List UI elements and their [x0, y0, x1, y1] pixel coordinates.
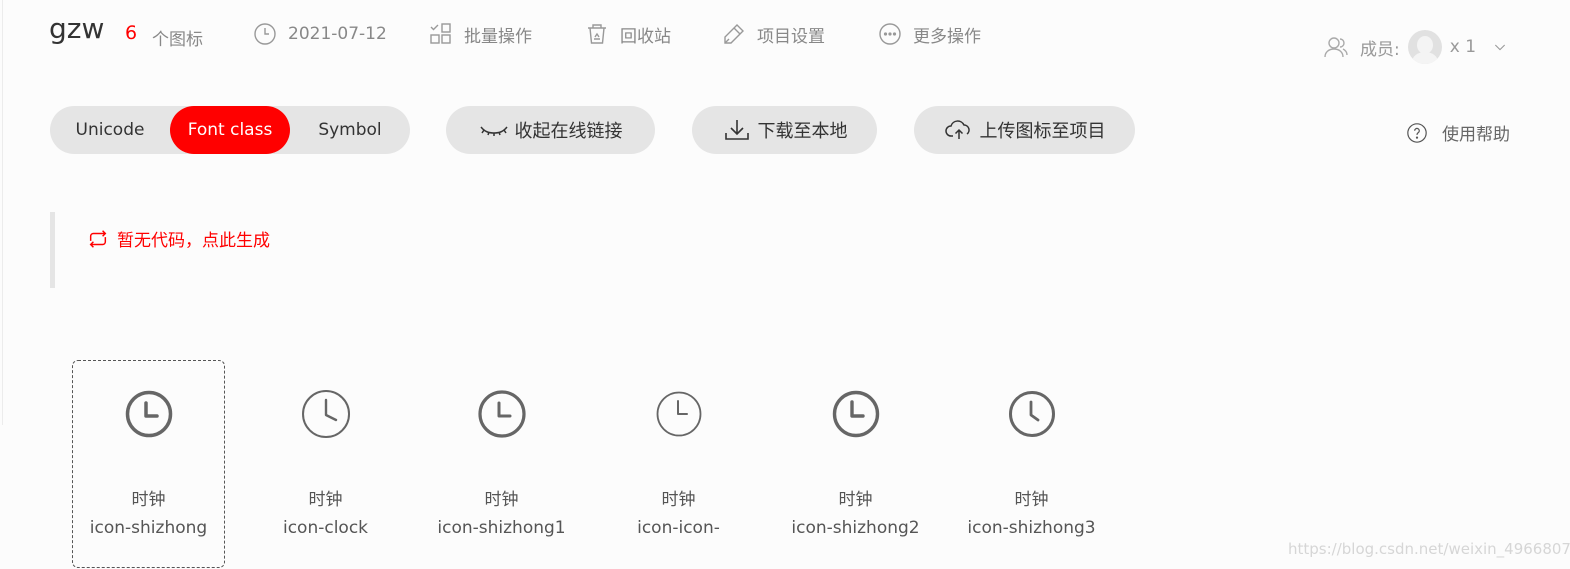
collapse-link-label: 收起在线链接	[514, 121, 623, 142]
project-name: gzw	[49, 12, 105, 45]
members-dropdown[interactable]: 成员: x 1	[1324, 30, 1508, 64]
clock-icon	[254, 23, 276, 45]
help-link[interactable]: 使用帮助	[1406, 120, 1510, 145]
icon-count-label: 个图标	[152, 30, 203, 50]
tab-unicode[interactable]: Unicode	[50, 106, 170, 154]
recycle-bin-icon	[588, 24, 606, 44]
upload-label: 上传图标至项目	[979, 121, 1106, 142]
code-box: 暂无代码，点此生成	[50, 212, 1520, 288]
recycle-bin-button[interactable]: 回收站	[585, 20, 671, 48]
upload-button[interactable]: 上传图标至项目	[914, 106, 1135, 154]
chevron-down-icon	[1494, 44, 1506, 51]
watermark: https://blog.csdn.net/weixin_49668076	[1288, 540, 1570, 558]
pencil-icon	[724, 24, 744, 44]
members-count: x 1	[1449, 37, 1477, 57]
icon-name: 时钟	[308, 490, 343, 510]
help-icon	[1407, 122, 1427, 143]
clock-icon	[1008, 391, 1055, 437]
generate-code-link[interactable]: 暂无代码，点此生成	[87, 226, 270, 251]
clock-icon	[301, 390, 350, 439]
more-dots-icon	[879, 23, 901, 45]
batch-ops-label: 批量操作	[464, 26, 532, 47]
project-settings-label: 项目设置	[757, 26, 825, 47]
icon-class-name: icon-shizhong2	[791, 518, 920, 538]
batch-select-icon	[430, 23, 451, 44]
created-date-text: 2021-07-12	[288, 24, 387, 44]
icon-class-name: icon-shizhong	[89, 518, 208, 538]
cloud-upload-icon	[944, 120, 970, 139]
avatar	[1407, 30, 1442, 64]
icon-count: 6	[125, 22, 138, 44]
created-date: 2021-07-12	[253, 20, 387, 48]
icon-name: 时钟	[838, 490, 873, 510]
more-ops-label: 更多操作	[913, 26, 981, 47]
icon-card[interactable]: 时钟 icon-shizhong3	[955, 360, 1108, 568]
icon-class-name: icon-icon-	[637, 518, 720, 538]
tab-font-class[interactable]: Font class	[170, 106, 290, 154]
icon-name: 时钟	[1014, 490, 1049, 510]
download-icon	[724, 120, 749, 140]
icon-card[interactable]: 时钟 icon-clock	[249, 360, 402, 568]
code-type-tabs: Unicode Font class Symbol	[50, 106, 410, 154]
icon-card[interactable]: 时钟 icon-shizhong2	[779, 360, 932, 568]
icon-class-name: icon-shizhong1	[437, 518, 566, 538]
icon-name: 时钟	[131, 490, 166, 510]
eye-closed-icon	[479, 126, 508, 136]
project-header: gzw 6 个图标 2021-07-12 批量操作 回收站 项目设置 更多操作 …	[0, 0, 1570, 70]
project-settings-button[interactable]: 项目设置	[722, 20, 825, 48]
icon-class-name: icon-shizhong3	[967, 518, 1096, 538]
clock-icon	[125, 390, 172, 438]
icon-name: 时钟	[484, 490, 519, 510]
icon-card[interactable]: 时钟 icon-icon-	[602, 360, 755, 568]
members-label: 成员:	[1360, 39, 1400, 60]
download-button[interactable]: 下载至本地	[692, 106, 877, 154]
icon-card[interactable]: 时钟 icon-shizhong1	[425, 360, 578, 568]
tab-symbol[interactable]: Symbol	[290, 106, 410, 154]
generate-code-label: 暂无代码，点此生成	[117, 231, 270, 251]
clock-icon	[656, 391, 701, 437]
recycle-bin-label: 回收站	[620, 26, 671, 47]
help-label: 使用帮助	[1442, 125, 1510, 145]
icon-name: 时钟	[661, 490, 696, 510]
clock-icon	[832, 390, 879, 438]
collapse-link-button[interactable]: 收起在线链接	[446, 106, 655, 154]
batch-ops-button[interactable]: 批量操作	[429, 20, 532, 48]
download-label: 下载至本地	[757, 121, 848, 142]
icon-class-name: icon-clock	[282, 518, 369, 538]
refresh-icon	[89, 229, 107, 248]
clock-icon	[477, 390, 526, 438]
members-icon	[1324, 37, 1348, 58]
icon-card[interactable]: 时钟 icon-shizhong	[72, 360, 225, 568]
more-ops-button[interactable]: 更多操作	[878, 20, 981, 48]
